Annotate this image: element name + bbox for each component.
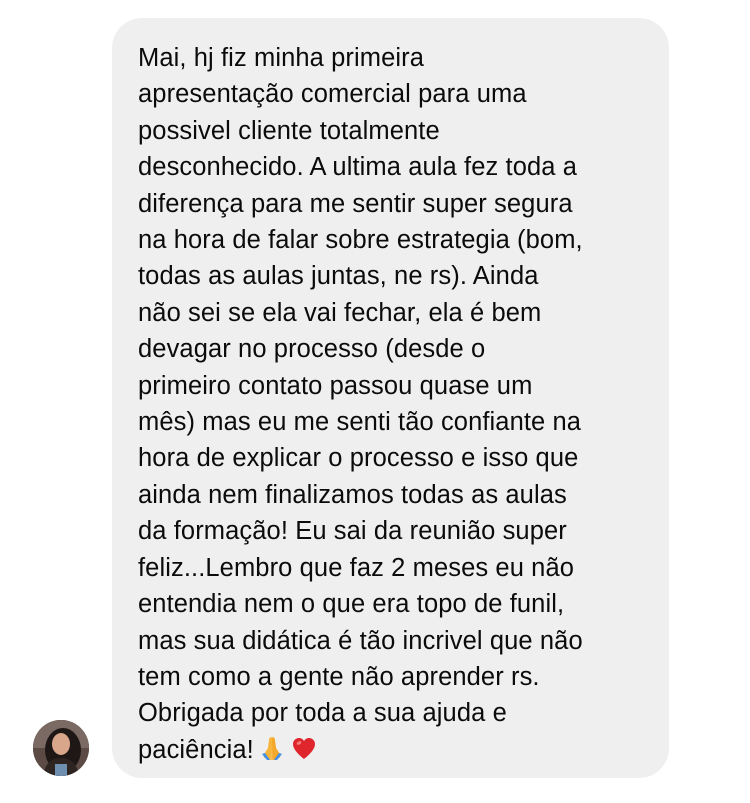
red-heart-icon bbox=[290, 734, 318, 762]
avatar[interactable] bbox=[33, 720, 89, 776]
folded-hands-icon bbox=[258, 734, 286, 762]
message-bubble[interactable]: Mai, hj fiz minha primeira apresentação … bbox=[112, 18, 669, 778]
message-text: Mai, hj fiz minha primeira apresentação … bbox=[138, 44, 583, 764]
message-body: Mai, hj fiz minha primeira apresentação … bbox=[138, 40, 649, 768]
avatar-image bbox=[33, 720, 89, 776]
chat-thread: Mai, hj fiz minha primeira apresentação … bbox=[0, 0, 750, 803]
